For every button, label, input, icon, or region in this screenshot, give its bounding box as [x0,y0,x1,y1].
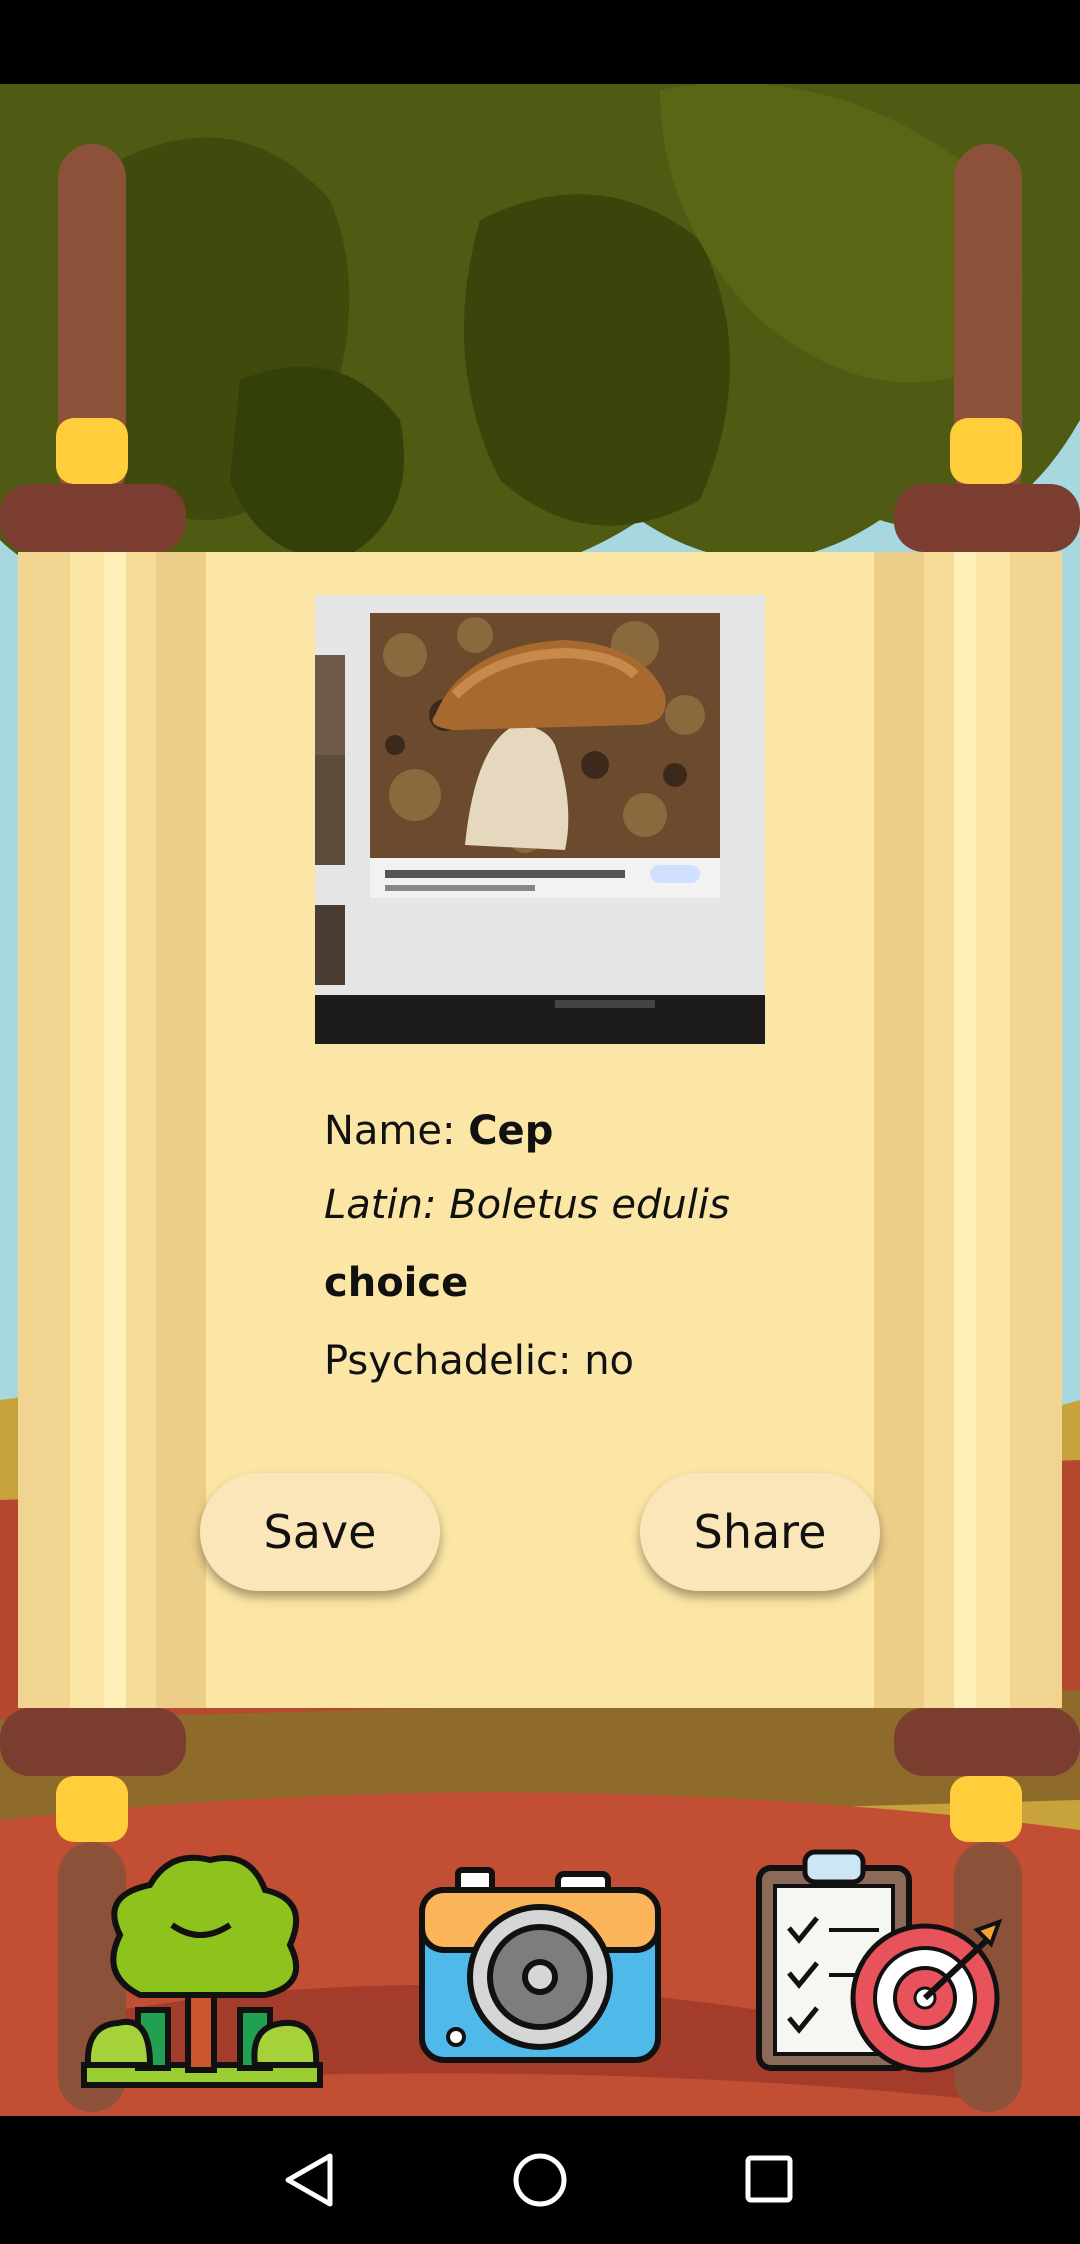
recents-icon[interactable] [745,2155,793,2203]
home-icon[interactable] [513,2153,567,2207]
save-button[interactable]: Save [200,1473,440,1591]
back-icon[interactable] [285,2153,333,2207]
psychedelic-status: Psychadelic: no [324,1338,635,1384]
name-label: Name: [324,1108,469,1154]
scroll-ring-top-left [56,418,128,484]
scroll-rod-top-left [0,484,186,552]
camera-icon[interactable] [418,1862,663,2067]
mushroom-photo [315,595,765,1044]
name-value: Cep [468,1108,554,1154]
scroll-ring-bottom-left [56,1776,128,1842]
forest-icon[interactable] [80,1845,325,2090]
status-bar [0,0,1080,84]
edibility-label: choice [324,1260,469,1306]
mushroom-name: Name: Cep [324,1108,553,1154]
scroll-rod-top-right [894,484,1080,552]
scroll-rod-bottom-right [894,1708,1080,1776]
scroll-ring-top-right [950,418,1022,484]
latin-name: Latin: Boletus edulis [324,1182,730,1228]
scroll-rod-bottom-left [0,1708,186,1776]
app-screen: Name: Cep Latin: Boletus edulis choice P… [0,0,1080,2244]
navigation-bar [0,2116,1080,2244]
share-button[interactable]: Share [640,1473,880,1591]
clipboard-target-icon[interactable] [755,1848,1005,2078]
scroll-ring-bottom-right [950,1776,1022,1842]
